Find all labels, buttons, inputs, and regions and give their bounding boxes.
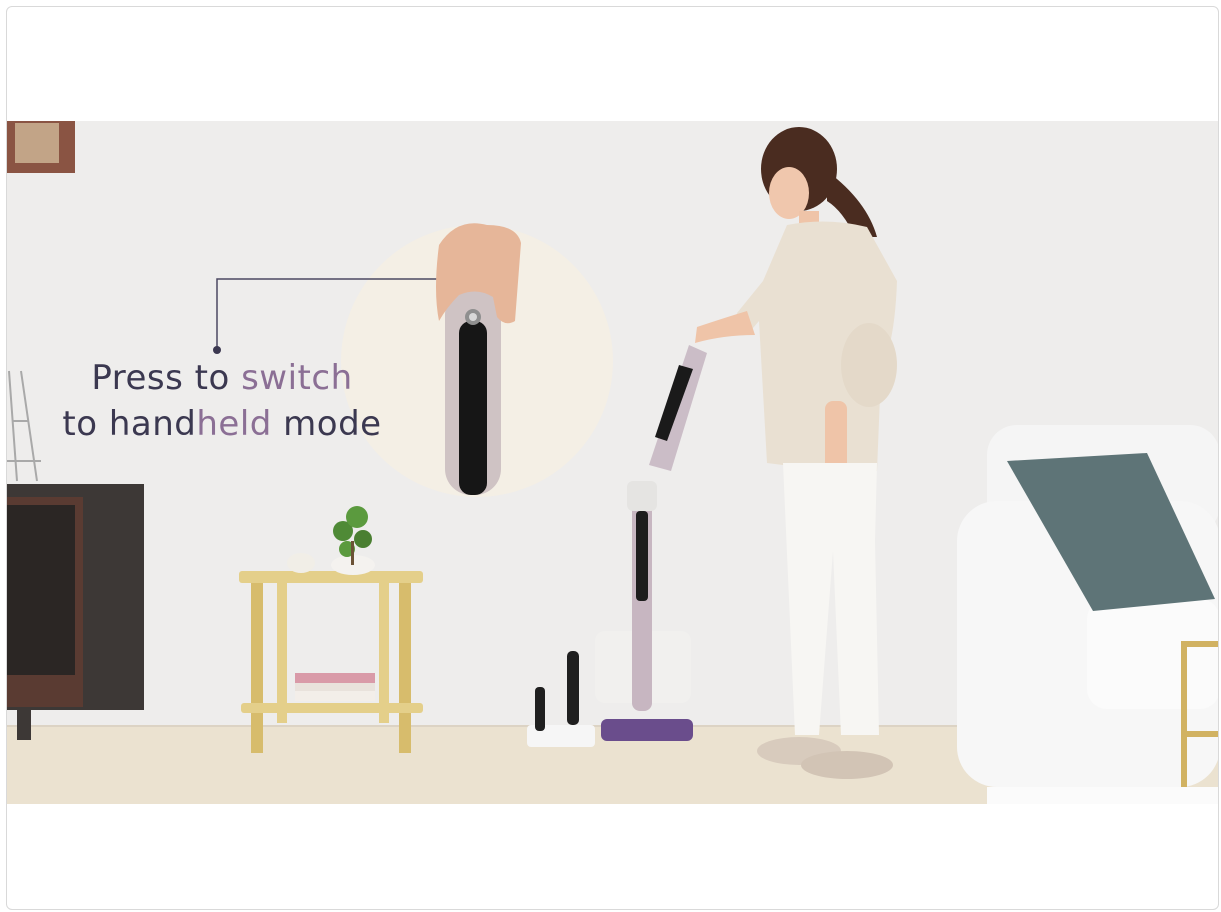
caption-line-2: to handheld mode [62, 404, 382, 444]
video-frame: Press to switch to handheld mode [6, 6, 1219, 910]
product-video[interactable]: Press to switch to handheld mode [7, 121, 1218, 804]
cabinet [7, 484, 144, 740]
scene-illustration [7, 121, 1218, 804]
sofa [957, 425, 1218, 804]
wall-picture [7, 121, 75, 173]
video-caption: Press to switch to handheld mode [37, 355, 407, 447]
caption-line-1: Press to switch [91, 358, 353, 398]
